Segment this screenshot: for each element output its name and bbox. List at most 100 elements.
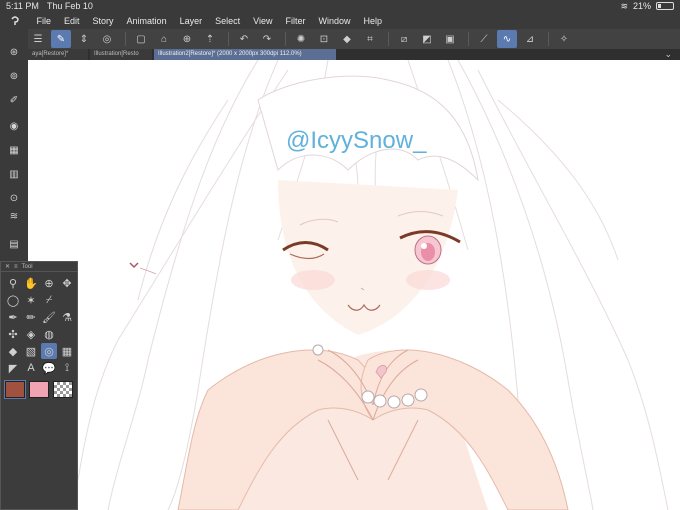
menu-layer[interactable]: Layer [173, 16, 209, 26]
airbrush-icon[interactable]: ⚗ [59, 309, 75, 325]
fill-bucket-icon[interactable]: ◆ [337, 30, 357, 48]
status-time: 5:11 PM [6, 1, 39, 11]
stabilizer-icon[interactable]: ∿ [497, 30, 517, 48]
fill-icon[interactable]: ◆ [5, 343, 21, 359]
toolbar-divider [125, 32, 126, 46]
clear-icon[interactable]: ⊡ [314, 30, 334, 48]
folder-icon[interactable]: ▤ [8, 239, 20, 251]
pen-icon[interactable]: ✒ [5, 309, 21, 325]
save-icon[interactable]: ⊕ [177, 30, 197, 48]
lasso-icon[interactable]: ◯ [5, 292, 21, 308]
menu-filter[interactable]: Filter [279, 16, 312, 26]
toolbar-divider [285, 32, 286, 46]
eraser-icon[interactable]: ◈ [23, 326, 39, 342]
gradient-icon[interactable]: ▧ [23, 343, 39, 359]
hamburger-menu-icon[interactable]: ☰ [28, 30, 48, 48]
share-icon[interactable]: ⇡ [200, 30, 220, 48]
undo-icon[interactable]: ↶ [234, 30, 254, 48]
new-file-icon[interactable]: ▢ [131, 30, 151, 48]
menu-icon[interactable]: ≡ [14, 264, 18, 270]
battery-icon [656, 2, 674, 10]
app-logo-icon[interactable] [0, 15, 30, 27]
main-color-swatch[interactable] [4, 380, 26, 399]
tool-panel-title: Tool [21, 263, 33, 270]
battery-percent: 21% [632, 1, 651, 11]
open-file-icon[interactable]: ⌂ [154, 30, 174, 48]
updown-arrows-icon[interactable]: ⇕ [74, 30, 94, 48]
correct-line-icon[interactable]: ⟟ [59, 360, 75, 376]
frame-icon[interactable]: ▦ [59, 343, 75, 359]
artwork: @IcyySnow_ [77, 60, 669, 510]
material-icon[interactable]: ▥ [8, 169, 20, 181]
decoration-icon[interactable]: ✣ [5, 326, 21, 342]
crop-icon[interactable]: ⌗ [360, 30, 380, 48]
toolbar-divider [228, 32, 229, 46]
ruler-snap-icon[interactable]: ⊿ [520, 30, 540, 48]
ruler-tool-icon[interactable]: ◤ [5, 360, 21, 376]
move-icon[interactable]: ✥ [59, 275, 75, 291]
tab-illustration2[interactable]: Illustration2[Restore]* (2000 x 2000px 3… [154, 49, 336, 60]
tool-panel-header: ✕ ≡ Tool [1, 262, 77, 272]
drawing-canvas[interactable]: @IcyySnow_ [28, 60, 680, 510]
zoom-icon[interactable]: ⚲ [5, 275, 21, 291]
menu-file[interactable]: File [30, 16, 58, 26]
transparent-color-swatch[interactable] [53, 381, 73, 398]
color-set-icon[interactable]: ▦ [8, 145, 20, 157]
companion-mode-icon[interactable]: ◎ [97, 30, 117, 48]
color-swatches [1, 379, 77, 400]
tab-label: Illustration[Resto [94, 51, 139, 57]
document-tab-bar: aya[Restore]* Illustration[Resto Illustr… [28, 49, 680, 60]
toolbar-divider [548, 32, 549, 46]
blend-icon[interactable]: ◍ [41, 326, 57, 342]
quick-access-icon[interactable]: ✧ [554, 30, 574, 48]
status-date: Thu Feb 10 [46, 1, 93, 11]
menu-select[interactable]: Select [209, 16, 247, 26]
layers-icon[interactable]: ≋ [8, 211, 20, 223]
ios-status-bar: 5:11 PM Thu Feb 10 ≋ 21% [0, 0, 680, 12]
toolbar-divider [388, 32, 389, 46]
wifi-icon: ≋ [620, 0, 628, 11]
brush-size-icon[interactable]: ✐ [8, 95, 20, 107]
redo-icon[interactable]: ↷ [257, 30, 277, 48]
tab-illustration[interactable]: Illustration[Resto [90, 49, 152, 60]
menu-story[interactable]: Story [86, 16, 120, 26]
balloon-icon[interactable]: 💬 [41, 360, 57, 376]
magic-wand-icon[interactable]: ✶ [23, 292, 39, 308]
sub-color-swatch[interactable] [29, 381, 49, 398]
pencil-icon[interactable]: ✏ [23, 309, 39, 325]
figure-icon[interactable]: ◎ [41, 343, 57, 359]
menu-window[interactable]: Window [312, 16, 357, 26]
brush-icon[interactable]: 🖌 [41, 309, 57, 325]
menu-view[interactable]: View [247, 16, 279, 26]
selection-border-icon[interactable]: ▣ [440, 30, 460, 48]
close-icon[interactable]: ✕ [5, 263, 10, 270]
ruler-icon[interactable]: ⟋ [474, 30, 494, 48]
toolbar-divider [468, 32, 469, 46]
eyedropper-icon[interactable]: ⌿ [41, 292, 57, 308]
tool-grid: ⚲ ✋ ⊕ ✥ ◯ ✶ ⌿ ✒ ✏ 🖌 ⚗ ✣ ◈ ◍ ◆ ▧ ◎ ▦ ◤ A … [1, 272, 77, 379]
tab-label: aya[Restore]* [32, 51, 69, 57]
hand-icon[interactable]: ✋ [23, 275, 39, 291]
operation-icon[interactable]: ⊕ [41, 275, 57, 291]
layer-property-icon[interactable]: ⊛ [8, 47, 20, 59]
color-wheel-icon[interactable]: ◉ [8, 121, 20, 133]
canvas-edit-icon[interactable]: ✎ [51, 30, 71, 48]
watermark-text: @IcyySnow_ [286, 127, 427, 154]
deselect-icon[interactable]: ⧄ [394, 30, 414, 48]
menu-animation[interactable]: Animation [120, 16, 173, 26]
tool-palette: ✕ ≡ Tool ⚲ ✋ ⊕ ✥ ◯ ✶ ⌿ ✒ ✏ 🖌 ⚗ ✣ ◈ ◍ ◆ ▧… [0, 261, 78, 510]
chevron-down-icon[interactable]: ⌄ [664, 49, 680, 60]
command-bar: ☰ ✎ ⇕ ◎ ▢ ⌂ ⊕ ⇡ ↶ ↷ ✺ ⊡ ◆ ⌗ ⧄ ◩ ▣ ⟋ ∿ ⊿ … [0, 29, 680, 49]
tab-label: Illustration2[Restore]* (2000 x 2000px 3… [158, 51, 302, 57]
menu-edit[interactable]: Edit [58, 16, 87, 26]
invert-selection-icon[interactable]: ◩ [417, 30, 437, 48]
navigator-icon[interactable]: ⊙ [8, 193, 20, 205]
menu-help[interactable]: Help [357, 16, 389, 26]
sub-view-icon[interactable]: ⊚ [8, 71, 20, 83]
tab-aya[interactable]: aya[Restore]* [28, 49, 88, 60]
menu-bar: File Edit Story Animation Layer Select V… [0, 12, 680, 29]
busy-spinner-icon[interactable]: ✺ [291, 30, 311, 48]
text-icon[interactable]: A [23, 360, 39, 376]
